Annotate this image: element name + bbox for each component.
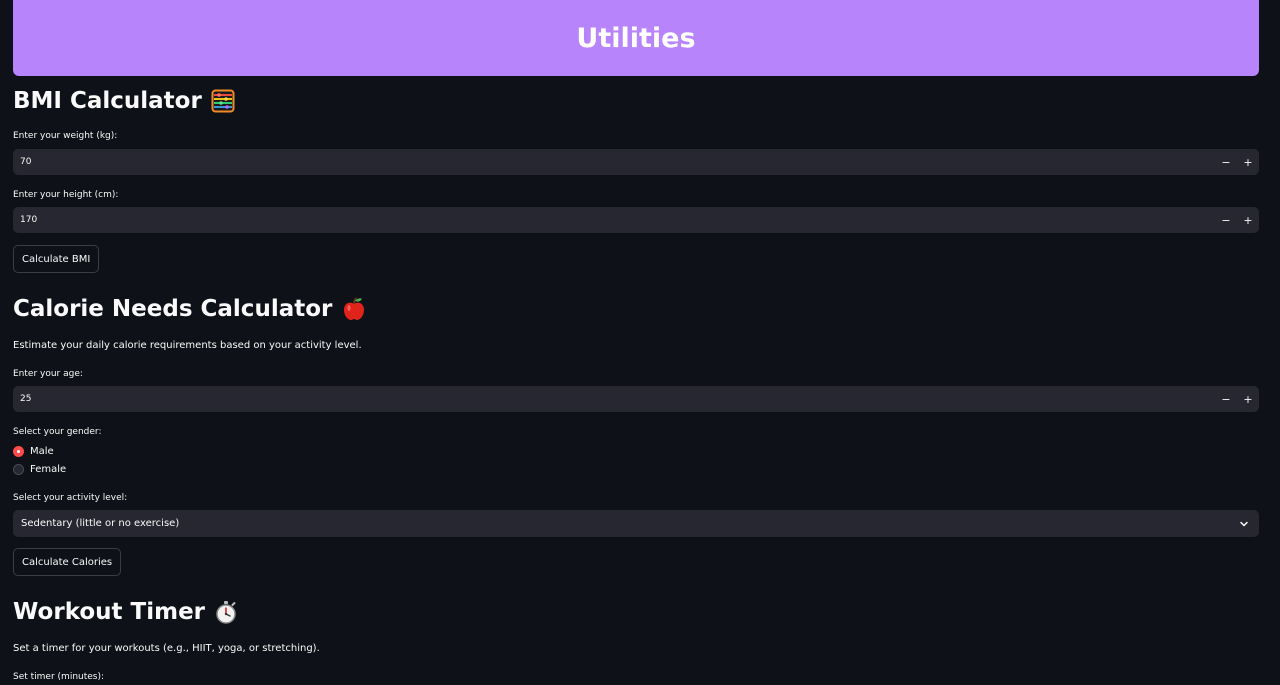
gender-label: Select your gender: bbox=[13, 427, 102, 437]
calorie-section-heading: Calorie Needs Calculator bbox=[13, 296, 367, 322]
calorie-description: Estimate your daily calorie requirements… bbox=[13, 340, 362, 351]
radio-selected-icon[interactable] bbox=[13, 446, 24, 457]
height-input[interactable]: 170 − + bbox=[13, 207, 1259, 233]
gender-option-male[interactable]: Male bbox=[13, 446, 54, 457]
weight-value[interactable]: 70 bbox=[13, 157, 1215, 167]
chevron-down-icon[interactable] bbox=[1239, 519, 1249, 529]
timer-heading-text: Workout Timer bbox=[13, 599, 206, 625]
age-label: Enter your age: bbox=[13, 369, 83, 379]
weight-decrement-button[interactable]: − bbox=[1215, 149, 1237, 175]
weight-increment-button[interactable]: + bbox=[1237, 149, 1259, 175]
weight-input[interactable]: 70 − + bbox=[13, 149, 1259, 175]
gender-option-label[interactable]: Male bbox=[30, 446, 54, 457]
apple-icon bbox=[344, 297, 365, 320]
app-page: Utilities BMI Calculator Enter your weig… bbox=[0, 0, 1280, 685]
age-value[interactable]: 25 bbox=[13, 394, 1215, 404]
weight-label: Enter your weight (kg): bbox=[13, 131, 118, 141]
activity-select-value[interactable]: Sedentary (little or no exercise) bbox=[21, 518, 1239, 529]
abacus-icon bbox=[211, 89, 235, 113]
age-increment-button[interactable]: + bbox=[1237, 386, 1259, 412]
age-input[interactable]: 25 − + bbox=[13, 386, 1259, 412]
bmi-section-heading: BMI Calculator bbox=[13, 88, 235, 114]
gender-option-female[interactable]: Female bbox=[13, 464, 66, 475]
height-label: Enter your height (cm): bbox=[13, 190, 119, 200]
timer-description: Set a timer for your workouts (e.g., HII… bbox=[13, 643, 320, 654]
stopwatch-icon bbox=[216, 601, 236, 624]
height-value[interactable]: 170 bbox=[13, 215, 1215, 225]
timer-minutes-label: Set timer (minutes): bbox=[13, 672, 105, 682]
radio-unselected-icon[interactable] bbox=[13, 464, 24, 475]
activity-select[interactable]: Sedentary (little or no exercise) bbox=[13, 510, 1259, 537]
calculate-calories-button[interactable]: Calculate Calories bbox=[13, 548, 122, 576]
timer-section-heading: Workout Timer bbox=[13, 599, 238, 625]
height-decrement-button[interactable]: − bbox=[1215, 207, 1237, 233]
activity-label: Select your activity level: bbox=[13, 493, 128, 503]
page-title: Utilities bbox=[576, 22, 696, 54]
calculate-bmi-button[interactable]: Calculate BMI bbox=[13, 245, 100, 273]
calorie-heading-text: Calorie Needs Calculator bbox=[13, 296, 333, 322]
bmi-heading-text: BMI Calculator bbox=[13, 88, 202, 114]
gender-option-label[interactable]: Female bbox=[30, 464, 66, 475]
height-increment-button[interactable]: + bbox=[1237, 207, 1259, 233]
header-banner: Utilities bbox=[13, 0, 1259, 76]
age-decrement-button[interactable]: − bbox=[1215, 386, 1237, 412]
